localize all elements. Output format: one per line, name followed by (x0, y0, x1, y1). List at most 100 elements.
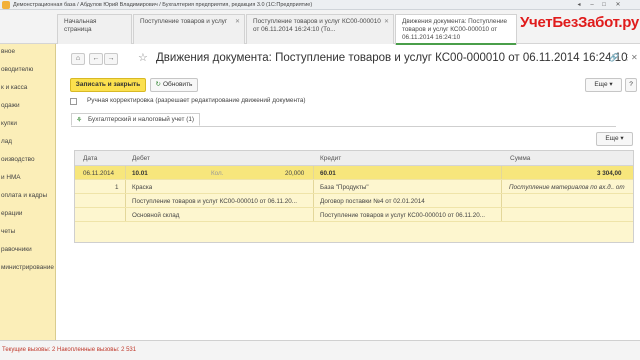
forward-button[interactable]: → (104, 53, 118, 65)
document-movements-form: ⌂ ← → ☆ Движения документа: Поступление … (57, 45, 640, 340)
home-button[interactable]: ⌂ (71, 53, 85, 65)
table-row[interactable]: Поступление товаров и услуг КС00-000010 … (75, 194, 633, 208)
window-title: Демонстрационная база / Абдулов Юрий Вла… (13, 1, 313, 8)
cell-credit-account: 60.01 (320, 170, 336, 177)
tab-document-movements[interactable]: Движения документа: Поступление товаров … (395, 14, 517, 45)
cell-debit-subconto: Поступление товаров и услуг КС00-000010 … (132, 198, 297, 205)
cell-date: 06.11.2014 (83, 170, 115, 177)
tab-label: Начальная страница (64, 18, 97, 33)
table-row[interactable]: 06.11.2014 10.01 Кол. 20,000 60.01 3 304… (75, 166, 633, 180)
sidebar-item-operations[interactable]: ерации (0, 208, 55, 220)
column-divider (125, 180, 126, 193)
chevron-down-icon: ▾ (620, 135, 624, 142)
postings-table: Дата Дебет Кредит Сумма 06.11.2014 10.01… (74, 150, 634, 243)
column-divider (313, 194, 314, 207)
column-divider (501, 194, 502, 207)
sidebar-item-administration[interactable]: министрирование (0, 262, 55, 274)
column-divider (501, 166, 502, 179)
table-row[interactable]: 1 Краска База "Продукты" Поступление мат… (75, 180, 633, 194)
column-divider (125, 208, 126, 221)
sidebar-item-warehouse[interactable]: лад (0, 136, 55, 148)
window-nav-icon[interactable]: ◂ (575, 1, 583, 9)
column-credit[interactable]: Кредит (320, 155, 341, 162)
cell-qty: 20,000 (285, 170, 305, 177)
arrow-left-icon: ← (92, 55, 100, 62)
save-and-close-button[interactable]: Записать и закрыть (70, 78, 146, 92)
cell-amount: 3 304,00 (597, 170, 622, 177)
close-window-button[interactable]: ✕ (614, 1, 622, 9)
column-date[interactable]: Дата (83, 155, 97, 162)
sidebar-item-salary-hr[interactable]: оплата и кадры (0, 190, 55, 202)
link-icon[interactable]: 🔗 (609, 53, 619, 62)
cell-debit-subconto: Краска (132, 184, 153, 191)
app-logo-icon (2, 0, 10, 9)
subtab-label: Бухгалтерский и налоговый учет (1) (88, 116, 195, 123)
minimize-button[interactable]: – (588, 1, 596, 9)
sidebar-item-fixed-assets[interactable]: и НМА (0, 172, 55, 184)
cell-description: Поступление материалов по вх.д.. от (509, 184, 625, 191)
cell-debit-account: 10.01 (132, 170, 148, 177)
cell-row-number: 1 (115, 184, 119, 191)
more-label: Еще (605, 135, 619, 142)
more-button[interactable]: Еще ▾ (585, 78, 622, 92)
tab-divider (71, 126, 616, 127)
tab-goods-receipts-list[interactable]: Поступление товаров и услуг ✕ (133, 14, 245, 44)
tab-label: Движения документа: Поступление товаров … (402, 18, 508, 41)
sidebar-item-purchases[interactable]: купки (0, 118, 55, 130)
sidebar-item-manager[interactable]: оводителю (0, 64, 55, 76)
window-title-bar: Демонстрационная база / Абдулов Юрий Вла… (0, 0, 640, 10)
more-label: Еще (594, 81, 608, 88)
table-row[interactable]: Основной склад Поступление товаров и усл… (75, 208, 633, 222)
sections-panel: вное оводителю к и касса одажи купки лад… (0, 44, 56, 340)
table-empty-area (75, 222, 633, 242)
sidebar-item-catalogs[interactable]: равочники (0, 244, 55, 256)
column-amount[interactable]: Сумма (510, 155, 530, 162)
cell-credit-subconto: База "Продукты" (320, 184, 369, 191)
tab-label: Поступление товаров и услуг КС00-000010 … (253, 18, 381, 33)
refresh-label: Обновить (163, 81, 193, 88)
tab-home[interactable]: Начальная страница (57, 14, 132, 44)
cell-credit-subconto: Поступление товаров и услуг КС00-000010 … (320, 212, 485, 219)
sidebar-item-bank-cash[interactable]: к и касса (0, 82, 55, 94)
page-title: Движения документа: Поступление товаров … (156, 52, 628, 64)
tab-goods-receipt-document[interactable]: Поступление товаров и услуг КС00-000010 … (246, 14, 394, 44)
manual-edit-checkbox[interactable] (70, 98, 77, 105)
arrow-right-icon: → (107, 55, 115, 62)
table-more-button[interactable]: Еще ▾ (596, 132, 633, 146)
sidebar-item-main[interactable]: вное (0, 46, 55, 58)
close-icon[interactable]: ✕ (384, 18, 389, 26)
refresh-icon: ↻ (155, 81, 161, 88)
chevron-down-icon: ▾ (609, 81, 613, 88)
cell-debit-subconto: Основной склад (132, 212, 180, 219)
column-divider (501, 208, 502, 221)
column-divider (125, 166, 126, 179)
tab-label: Поступление товаров и услуг (140, 18, 228, 25)
status-calls-text: Текущие вызовы: 2 Накопленные вызовы: 2 … (2, 347, 137, 353)
column-divider (313, 208, 314, 221)
tab-accounting-tax[interactable]: ⚘ Бухгалтерский и налоговый учет (1) (71, 113, 200, 126)
favorite-star-icon[interactable]: ☆ (138, 51, 148, 64)
close-form-icon[interactable]: ✕ (631, 53, 638, 62)
status-bar: Текущие вызовы: 2 Накопленные вызовы: 2 … (0, 340, 640, 360)
column-divider (313, 180, 314, 193)
refresh-button[interactable]: ↻ Обновить (150, 78, 198, 92)
column-debit[interactable]: Дебет (132, 155, 150, 162)
ledger-icon: ⚘ (76, 117, 83, 124)
table-header: Дата Дебет Кредит Сумма (75, 151, 633, 166)
cell-credit-subconto: Договор поставки №4 от 02.01.2014 (320, 198, 425, 205)
column-divider (501, 180, 502, 193)
watermark-brand: УчетБезЗабот.ру (520, 14, 639, 31)
home-icon: ⌂ (75, 55, 81, 62)
manual-edit-label: Ручная корректировка (разрешает редактир… (87, 97, 306, 104)
more-actions-icon[interactable]: ⋮ (623, 53, 631, 62)
sidebar-item-reports[interactable]: четы (0, 226, 55, 238)
column-divider (125, 194, 126, 207)
cell-qty-label: Кол. (211, 170, 224, 177)
close-icon[interactable]: ✕ (235, 18, 240, 26)
sidebar-item-sales[interactable]: одажи (0, 100, 55, 112)
maximize-button[interactable]: □ (600, 1, 608, 9)
help-button[interactable]: ? (625, 78, 637, 92)
column-divider (313, 166, 314, 179)
sidebar-item-production[interactable]: оизводство (0, 154, 55, 166)
back-button[interactable]: ← (89, 53, 103, 65)
